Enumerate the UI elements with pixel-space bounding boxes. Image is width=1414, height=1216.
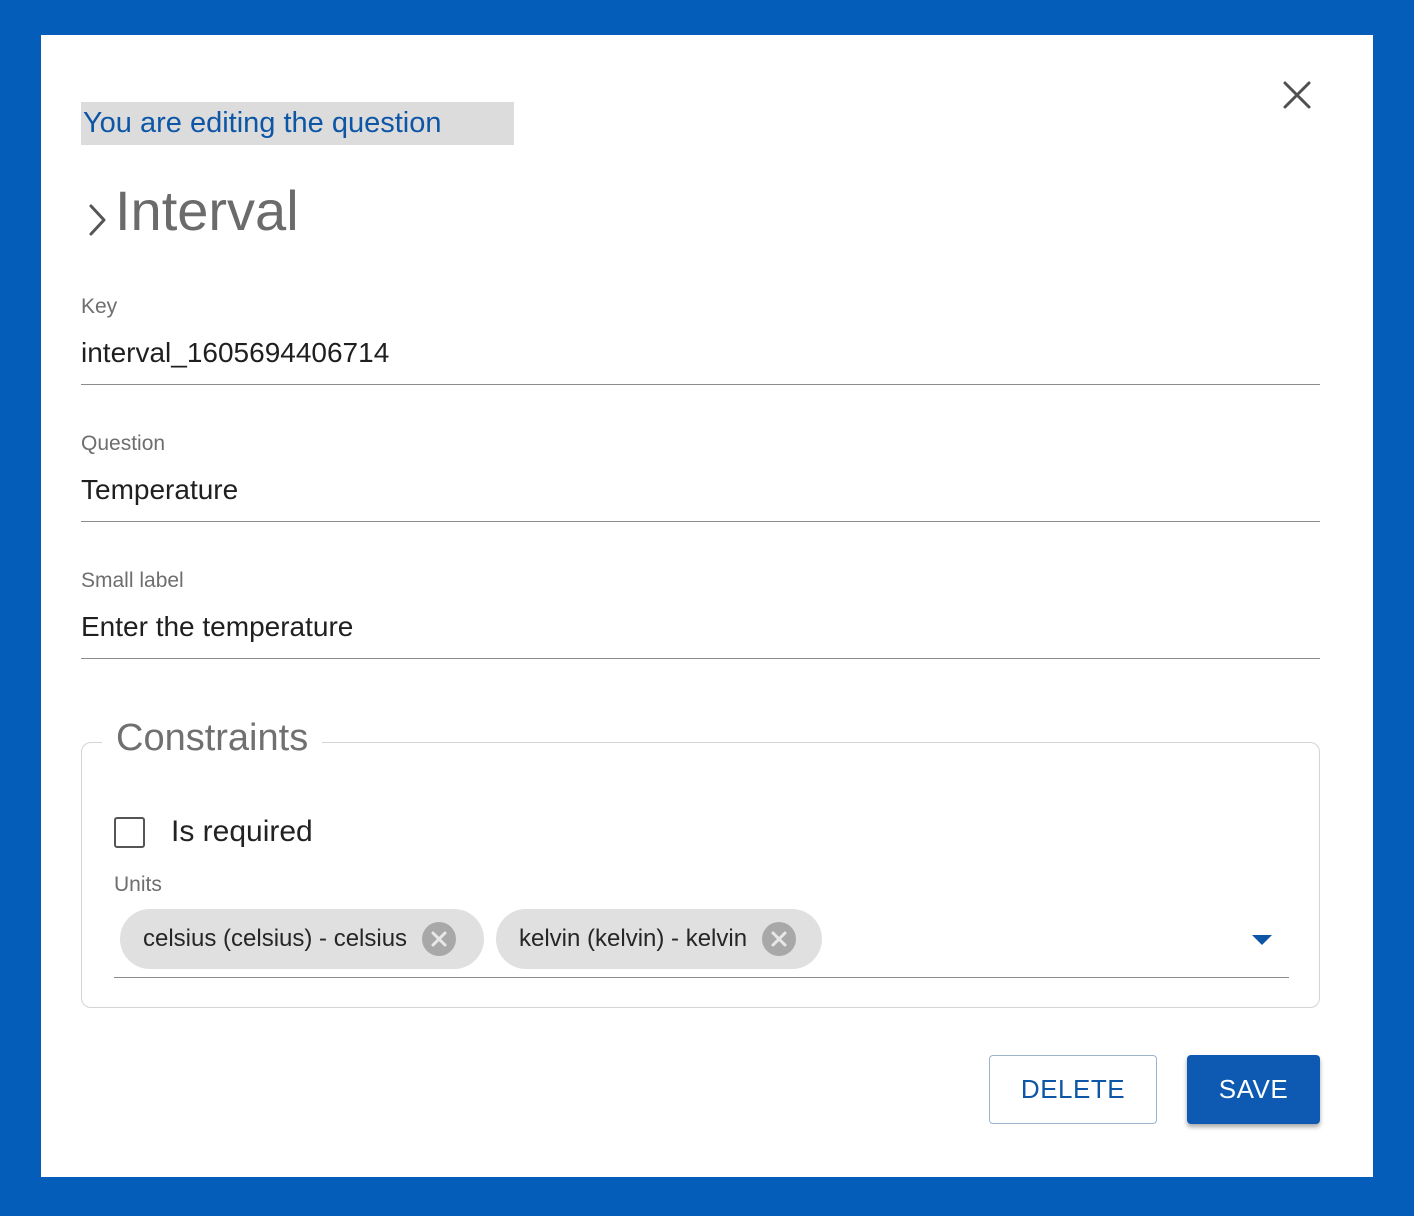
chip-remove-button[interactable]: [421, 921, 457, 957]
dropdown-arrow-icon[interactable]: [1251, 933, 1273, 947]
question-title: Interval: [81, 177, 299, 243]
key-label: Key: [81, 295, 118, 318]
constraints-fieldset: Constraints Is required Units celsius (c…: [81, 717, 1320, 1008]
small-label-label: Small label: [81, 569, 184, 592]
unit-chip-label: kelvin (kelvin) - kelvin: [519, 925, 748, 952]
constraints-legend: Constraints: [102, 717, 323, 760]
units-select[interactable]: celsius (celsius) - celsius kelvin (kelv…: [114, 909, 1289, 978]
save-button[interactable]: SAVE: [1187, 1055, 1320, 1124]
close-button[interactable]: [1279, 77, 1315, 113]
unit-chip-kelvin[interactable]: kelvin (kelvin) - kelvin: [496, 909, 822, 969]
chip-remove-button[interactable]: [761, 921, 797, 957]
editing-banner: You are editing the question: [81, 102, 514, 145]
key-input[interactable]: interval_1605694406714: [81, 337, 1320, 384]
chevron-right-icon: [89, 204, 106, 236]
key-field[interactable]: Key interval_1605694406714: [81, 295, 1320, 385]
cancel-circle-icon[interactable]: [761, 921, 797, 957]
question-input[interactable]: Temperature: [81, 474, 1320, 521]
small-label-input[interactable]: Enter the temperature: [81, 611, 1320, 658]
question-type-title: Interval: [115, 178, 299, 242]
units-label: Units: [114, 873, 162, 896]
unit-chip-label: celsius (celsius) - celsius: [143, 925, 408, 952]
unit-chip-celsius[interactable]: celsius (celsius) - celsius: [120, 909, 484, 969]
question-field[interactable]: Question Temperature: [81, 432, 1320, 522]
small-label-field[interactable]: Small label Enter the temperature: [81, 569, 1320, 659]
is-required-label: Is required: [171, 815, 313, 848]
cancel-circle-icon[interactable]: [421, 921, 457, 957]
edit-question-dialog: You are editing the question Interval Ke…: [41, 35, 1373, 1177]
question-label: Question: [81, 432, 166, 455]
is-required-checkbox[interactable]: [114, 816, 145, 848]
close-icon[interactable]: [1282, 80, 1312, 110]
delete-button[interactable]: DELETE: [989, 1055, 1157, 1124]
is-required-checkbox-row[interactable]: Is required: [114, 815, 313, 849]
